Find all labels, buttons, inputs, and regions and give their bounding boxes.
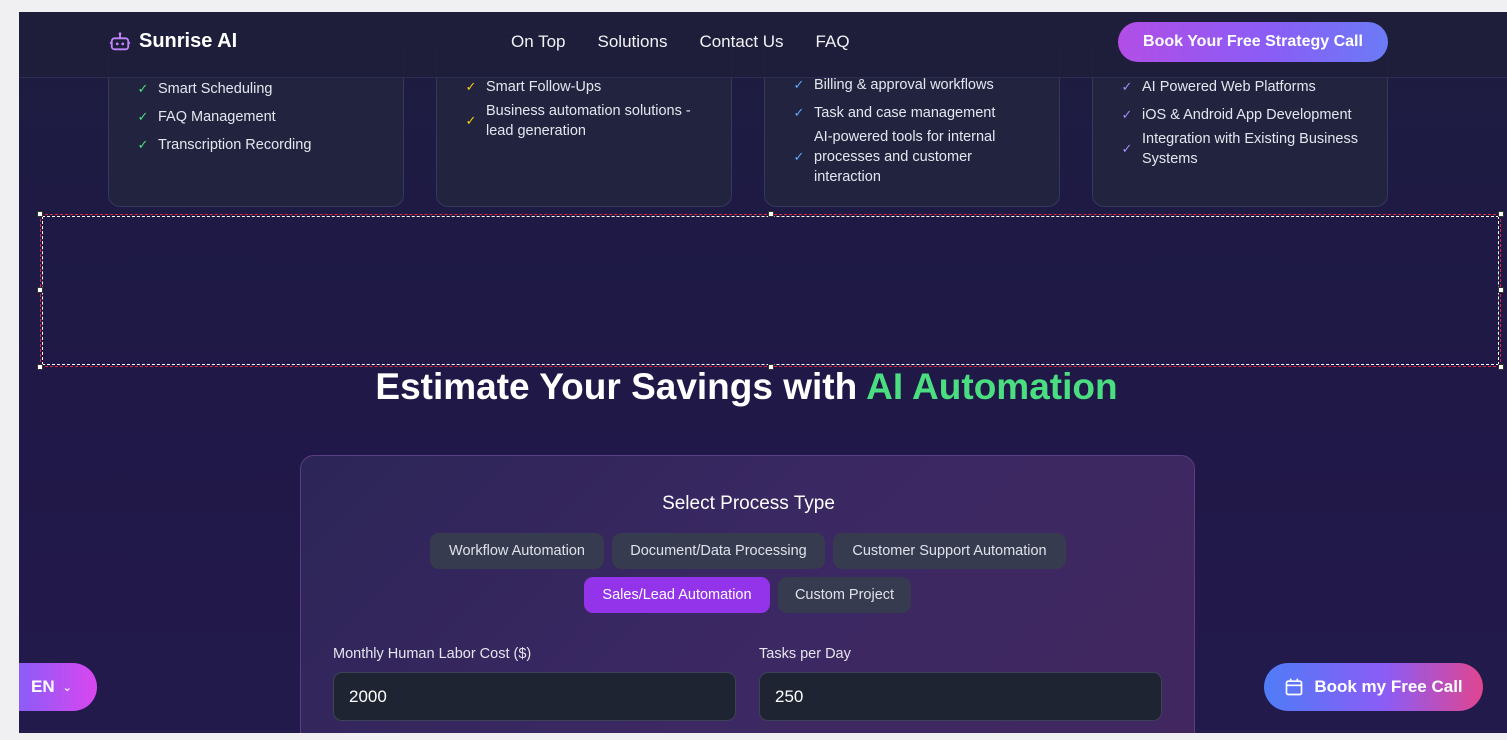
brand-name: Sunrise AI [139,30,238,52]
labor-cost-input[interactable]: 2000 [333,672,736,721]
labor-cost-label: Monthly Human Labor Cost ($) [333,646,532,662]
check-icon: ✓ [137,81,149,96]
list-item: ✓ iOS & Android App Development [1119,101,1369,129]
check-icon: ✓ [1121,79,1133,94]
check-icon: ✓ [793,149,805,164]
check-icon: ✓ [1121,141,1133,156]
process-option-custom[interactable]: Custom Project [778,577,911,613]
list-item: ✓ Transcription Recording [135,131,312,159]
check-icon: ✓ [465,79,477,94]
nav-link-contact-us[interactable]: Contact Us [699,32,783,52]
robot-icon [109,31,131,50]
check-icon: ✓ [465,113,477,128]
resize-handle[interactable] [1498,287,1504,293]
list-item: ✓ AI-powered tools for internal processes… [791,127,1021,187]
tasks-per-day-label: Tasks per Day [759,646,851,662]
resize-handle[interactable] [1498,211,1504,217]
strategy-call-button[interactable]: Book Your Free Strategy Call [1118,22,1388,62]
savings-calculator-panel: Select Process Type Workflow Automation … [300,455,1195,733]
book-call-label: Book my Free Call [1314,677,1463,696]
nav-link-on-top[interactable]: On Top [511,32,566,52]
list-item: ✓ FAQ Management [135,103,311,131]
list-item: ✓ Smart Scheduling [135,75,311,103]
resize-handle[interactable] [37,287,43,293]
brand-logo[interactable]: Sunrise AI [109,30,237,53]
check-icon: ✓ [1121,107,1133,122]
process-option-support[interactable]: Customer Support Automation [833,533,1066,569]
check-icon: ✓ [793,77,805,92]
nav-link-faq[interactable]: FAQ [816,32,850,52]
list-item: ✓ Task and case management [791,99,1021,127]
resize-handle[interactable] [1498,364,1504,370]
list-item: ✓ Integration with Existing Business Syst… [1119,129,1369,169]
process-option-document[interactable]: Document/Data Processing [612,533,825,569]
tasks-per-day-input[interactable]: 250 [759,672,1162,721]
language-code: EN [31,677,55,696]
page-viewport: ✓ Smart Scheduling ✓ FAQ Management ✓ Trans… [19,12,1507,733]
check-icon: ✓ [793,105,805,120]
resize-handle[interactable] [768,211,774,217]
calendar-icon [1285,678,1303,696]
resize-handle[interactable] [37,211,43,217]
chevron-down-icon: ⌄ [62,681,72,694]
savings-section-title: Estimate Your Savings with AI Automation [375,366,1118,407]
language-selector[interactable]: EN ⌄ [19,663,97,711]
main-nav: On Top Solutions Contact Us FAQ [511,32,850,52]
check-icon: ✓ [137,137,149,152]
list-item: ✓ Business automation solutions - lead ge… [463,101,703,141]
process-option-workflow[interactable]: Workflow Automation [430,533,604,569]
check-icon: ✓ [137,109,149,124]
selection-box[interactable] [37,211,1504,370]
nav-link-solutions[interactable]: Solutions [598,32,668,52]
process-option-sales[interactable]: Sales/Lead Automation [584,577,770,613]
site-header: Sunrise AI On Top Solutions Contact Us F… [19,12,1507,78]
book-free-call-button[interactable]: Book my Free Call [1264,663,1483,711]
process-type-heading: Select Process Type [662,493,835,514]
